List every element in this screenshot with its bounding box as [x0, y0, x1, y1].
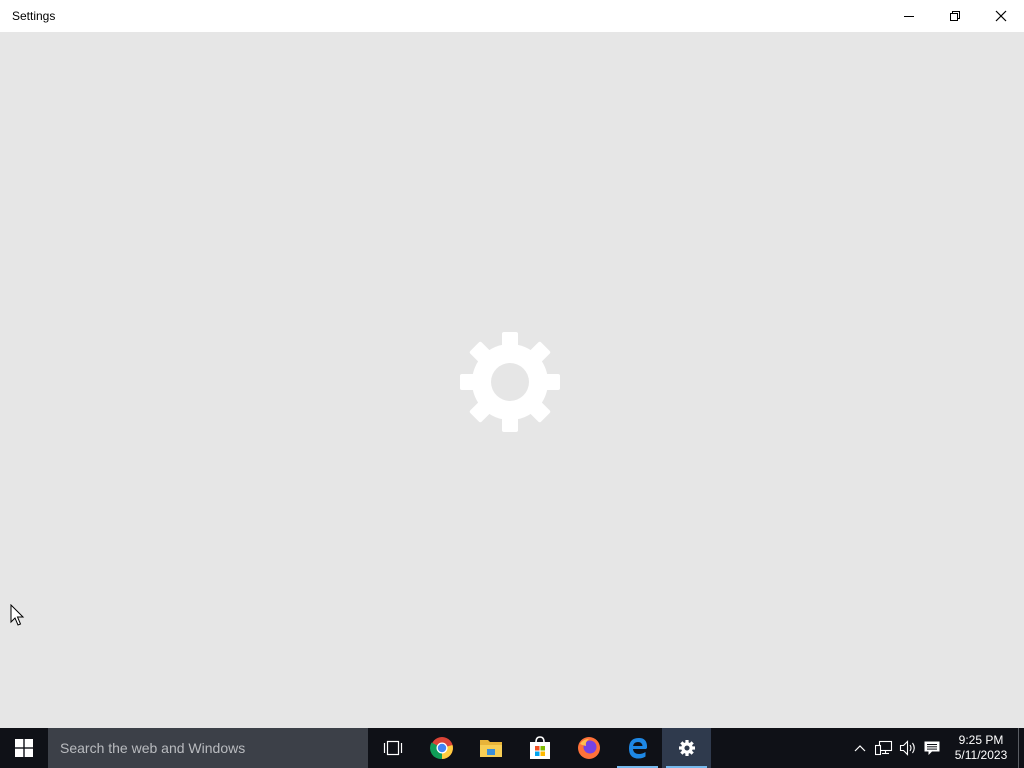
search-placeholder: Search the web and Windows: [60, 740, 246, 756]
restore-button[interactable]: [932, 0, 978, 32]
start-button[interactable]: [0, 728, 48, 768]
taskbar-edge[interactable]: [613, 728, 662, 768]
store-icon: [529, 736, 550, 759]
settings-icon: [678, 740, 695, 756]
windows-logo-icon: [15, 739, 33, 757]
task-view-icon: [383, 740, 402, 756]
taskbar-firefox[interactable]: [564, 728, 613, 768]
chrome-icon: [429, 737, 453, 760]
window-title: Settings: [12, 9, 56, 23]
taskbar: Search the web and Windows 9:25 PM 5/11/…: [0, 728, 1024, 768]
system-tray: 9:25 PM 5/11/2023: [848, 728, 1024, 768]
volume-icon: [899, 740, 915, 756]
chevron-up-icon: [854, 745, 866, 752]
edge-icon: [628, 738, 647, 759]
taskbar-store[interactable]: [515, 728, 564, 768]
title-bar[interactable]: Settings: [0, 0, 1024, 32]
notification-icon: [924, 741, 940, 755]
gear-icon: [460, 332, 560, 432]
action-center-button[interactable]: [920, 728, 944, 768]
taskbar-settings[interactable]: [662, 728, 711, 768]
taskbar-chrome[interactable]: [417, 728, 466, 768]
restore-icon: [950, 11, 960, 21]
firefox-icon: [577, 737, 600, 759]
minimize-icon: [904, 16, 914, 17]
clock-date: 5/11/2023: [954, 748, 1008, 762]
taskbar-clock[interactable]: 9:25 PM 5/11/2023: [944, 728, 1018, 768]
volume-button[interactable]: [896, 728, 920, 768]
show-hidden-icons-button[interactable]: [848, 728, 872, 768]
taskbar-file-explorer[interactable]: [466, 728, 515, 768]
mouse-cursor-icon: [10, 604, 25, 626]
network-button[interactable]: [872, 728, 896, 768]
minimize-button[interactable]: [886, 0, 932, 32]
file-explorer-icon: [479, 740, 502, 757]
close-button[interactable]: [978, 0, 1024, 32]
taskbar-search-box[interactable]: Search the web and Windows: [48, 728, 368, 768]
close-icon: [995, 10, 1007, 22]
settings-splash: [0, 32, 1024, 728]
task-view-button[interactable]: [368, 728, 417, 768]
network-icon: [875, 740, 893, 756]
show-desktop-button[interactable]: [1018, 728, 1024, 768]
clock-time: 9:25 PM: [958, 733, 1004, 747]
